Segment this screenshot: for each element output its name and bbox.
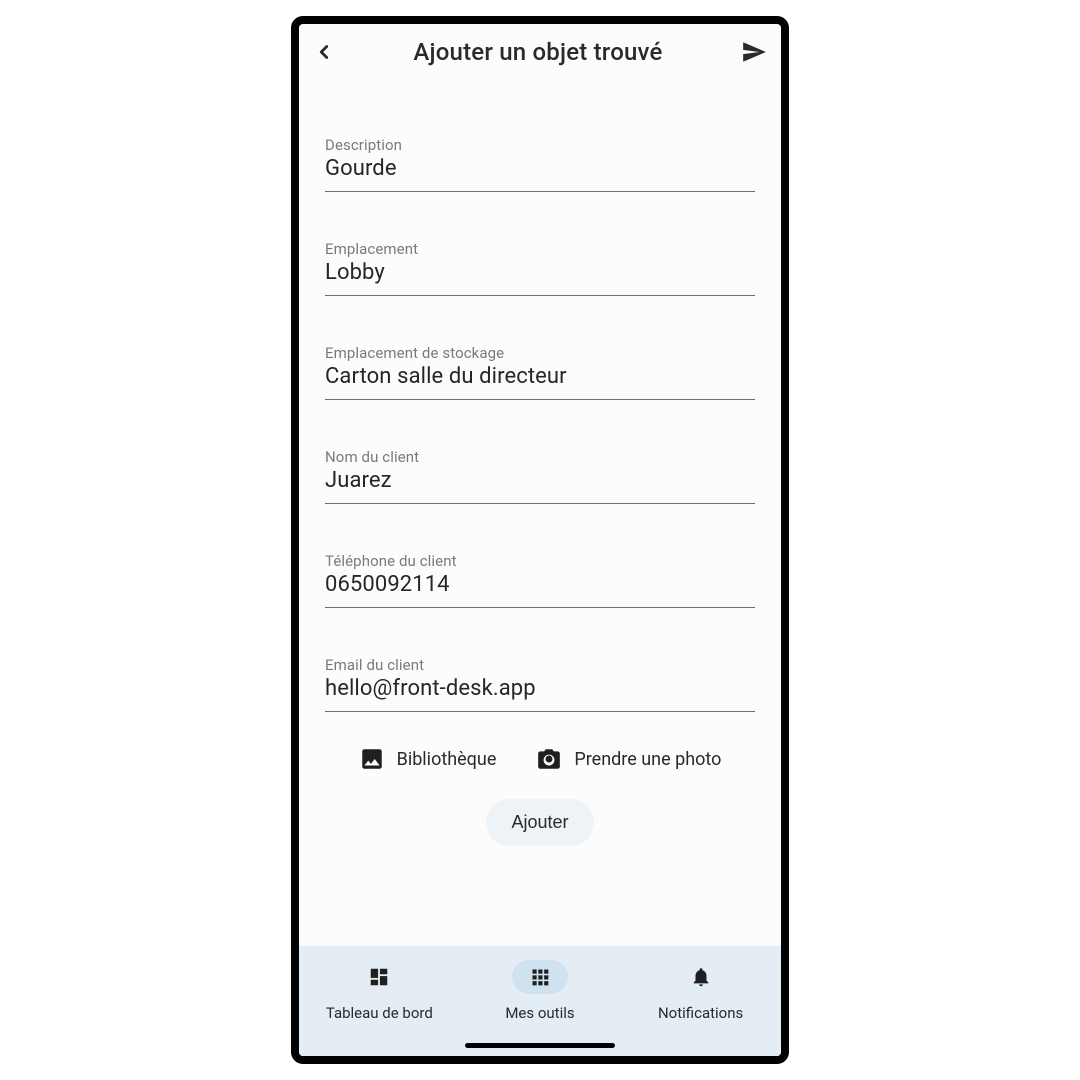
location-input[interactable]: Lobby (325, 260, 755, 296)
field-label: Emplacement (325, 240, 755, 258)
dashboard-icon (368, 966, 390, 988)
client-email-input[interactable]: hello@front-desk.app (325, 676, 755, 712)
add-button[interactable]: Ajouter (487, 800, 592, 845)
chevron-left-icon (313, 41, 335, 63)
storage-input[interactable]: Carton salle du directeur (325, 364, 755, 400)
apps-icon (530, 967, 550, 987)
field-label: Emplacement de stockage (325, 344, 755, 362)
field-client-email[interactable]: Email du client hello@front-desk.app (325, 656, 755, 712)
photo-actions: Bibliothèque Prendre une photo (325, 746, 755, 772)
library-button[interactable]: Bibliothèque (359, 746, 497, 772)
send-icon (741, 39, 767, 65)
bell-icon (690, 966, 712, 988)
home-indicator (465, 1043, 615, 1048)
header-bar: Ajouter un objet trouvé (299, 24, 781, 76)
field-client-phone[interactable]: Téléphone du client 0650092114 (325, 552, 755, 608)
field-label: Description (325, 136, 755, 154)
field-client-name[interactable]: Nom du client Juarez (325, 448, 755, 504)
tab-label: Tableau de bord (326, 1004, 433, 1022)
field-label: Nom du client (325, 448, 755, 466)
library-label: Bibliothèque (397, 749, 497, 770)
form: Description Gourde Emplacement Lobby Emp… (299, 76, 781, 946)
tab-label: Notifications (658, 1004, 743, 1022)
client-phone-input[interactable]: 0650092114 (325, 572, 755, 608)
tab-notifications[interactable]: Notifications (621, 960, 780, 1022)
field-description[interactable]: Description Gourde (325, 136, 755, 192)
description-input[interactable]: Gourde (325, 156, 755, 192)
field-location[interactable]: Emplacement Lobby (325, 240, 755, 296)
back-button[interactable] (313, 41, 335, 63)
image-icon (359, 746, 385, 772)
app-screen: Ajouter un objet trouvé Description Gour… (291, 16, 789, 1064)
tab-tools[interactable]: Mes outils (460, 960, 619, 1022)
tab-label: Mes outils (505, 1004, 574, 1022)
bottom-nav: Tableau de bord Mes outils Notifications (299, 946, 781, 1056)
submit-button[interactable] (741, 39, 767, 65)
field-label: Téléphone du client (325, 552, 755, 570)
camera-icon (536, 746, 562, 772)
client-name-input[interactable]: Juarez (325, 468, 755, 504)
field-label: Email du client (325, 656, 755, 674)
page-title: Ajouter un objet trouvé (413, 38, 662, 66)
tab-dashboard[interactable]: Tableau de bord (300, 960, 459, 1022)
field-storage[interactable]: Emplacement de stockage Carton salle du … (325, 344, 755, 400)
take-photo-button[interactable]: Prendre une photo (536, 746, 721, 772)
take-photo-label: Prendre une photo (574, 749, 721, 770)
